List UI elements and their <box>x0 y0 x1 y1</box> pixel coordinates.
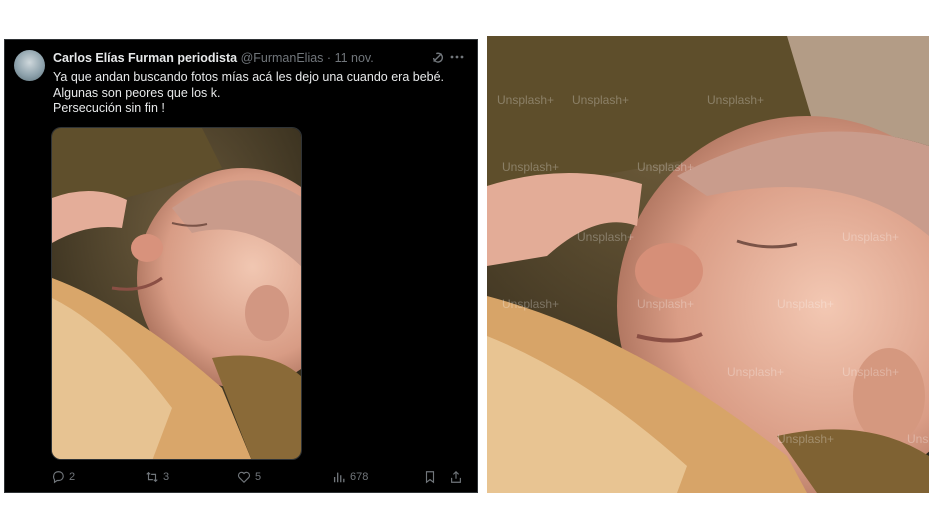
separator: · <box>326 51 332 65</box>
watermark-text: Unsplash+ <box>572 93 629 107</box>
watermark-text: Unsplash+ <box>842 230 899 244</box>
tweet-text-line: Ya que andan buscando fotos mías acá les… <box>53 70 445 84</box>
tweet-text-line: Persecución sin fin ! <box>53 101 165 115</box>
share-icon <box>451 470 461 483</box>
views-button[interactable]: 678 <box>332 470 368 484</box>
share-button[interactable] <box>449 470 463 484</box>
tweet-media-image[interactable] <box>51 127 302 460</box>
baby-photo-unsplash: Unsplash+ Unsplash+ Unsplash+ Unsplash+ Unsp… <box>487 36 929 493</box>
author-name[interactable]: Carlos Elías Furman periodista <box>53 51 237 65</box>
retweet-button[interactable]: 3 <box>145 470 169 484</box>
bookmark-button[interactable] <box>423 470 437 484</box>
watermark-text: Unsplash+ <box>637 297 694 311</box>
watermark-text: Unsplash+ <box>707 93 764 107</box>
watermark-text: Unsplash+ <box>497 93 554 107</box>
tweet-text-line: Algunas son peores que los k. <box>53 85 221 100</box>
watermark-text: Unsplash+ <box>777 432 834 446</box>
bookmark-icon <box>425 471 435 484</box>
reply-button[interactable]: 2 <box>51 470 75 484</box>
watermark-text: Unsplash+ <box>777 297 834 311</box>
tweet-header: Carlos Elías Furman periodista @FurmanEl… <box>53 51 374 65</box>
grok-icon[interactable] <box>431 51 445 65</box>
baby-photo <box>52 128 301 459</box>
watermark-text: Unsplash+ <box>727 365 784 379</box>
retweet-count: 3 <box>163 471 170 483</box>
reply-count: 2 <box>69 471 76 483</box>
watermark-text: Unsplash+ <box>577 230 634 244</box>
watermark-text: Unsplash+ <box>907 432 929 446</box>
avatar[interactable] <box>14 50 45 81</box>
retweet-icon <box>146 471 158 483</box>
more-icon[interactable] <box>449 50 465 64</box>
tweet-text: Ya que andan buscando fotos mías acá les… <box>53 70 468 117</box>
reply-icon <box>52 471 64 484</box>
like-count: 5 <box>255 471 262 483</box>
tweet-actions: 2 3 5 678 <box>5 470 479 488</box>
watermark-text: Unsplash+ <box>502 160 559 174</box>
comparison-photo: Unsplash+ Unsplash+ Unsplash+ Unsplash+ Unsp… <box>487 36 929 493</box>
watermark-text: Unsplash+ <box>502 297 559 311</box>
author-handle[interactable]: @FurmanElias <box>241 51 324 65</box>
like-icon <box>237 471 251 484</box>
views-count: 678 <box>350 471 369 483</box>
watermark-text: Unsplash+ <box>842 365 899 379</box>
tweet-date[interactable]: 11 nov. <box>335 51 374 65</box>
views-icon <box>333 472 345 483</box>
watermark-text: Unsplash+ <box>637 160 694 174</box>
tweet-card[interactable]: Carlos Elías Furman periodista @FurmanEl… <box>4 39 478 493</box>
like-button[interactable]: 5 <box>237 470 261 484</box>
